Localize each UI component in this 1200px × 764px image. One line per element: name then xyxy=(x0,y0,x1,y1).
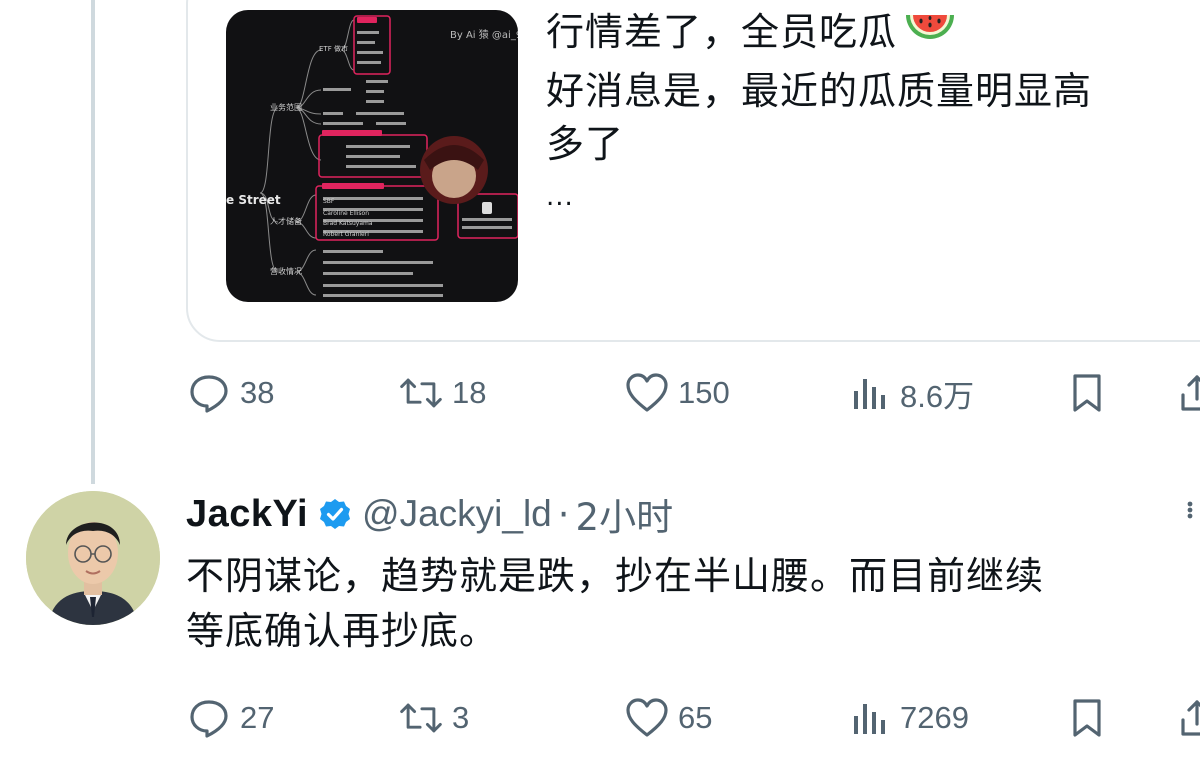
more-options-icon[interactable] xyxy=(1180,500,1200,520)
mindmap-branch-business: 业务范围 xyxy=(270,103,302,112)
mindmap-node: Caroline Ellison xyxy=(323,210,369,217)
reply-post-line: 不阴谋论，趋势就是跌，抄在半山腰。而目前继续 xyxy=(186,554,1045,598)
like-count: 150 xyxy=(678,375,730,410)
bookmark-icon xyxy=(1064,370,1110,416)
post-timestamp[interactable]: 2小时 xyxy=(576,487,674,541)
like-count: 65 xyxy=(678,700,713,735)
repost-icon xyxy=(398,370,444,416)
mindmap-watermark: By Ai 猿 @ai_968 xyxy=(450,30,518,41)
mindmap-image[interactable]: By Ai 猿 @ai_968 e Street 业务范围 人才储备 营收情况 … xyxy=(226,10,518,302)
repost-count: 3 xyxy=(452,700,470,735)
mindmap-root-label: e Street xyxy=(226,193,281,207)
post-action-bar: 38 18 150 8.6万 xyxy=(186,363,1200,423)
like-button[interactable]: 65 xyxy=(624,688,712,748)
view-count: 7269 xyxy=(900,700,969,735)
mindmap-node: ETF 做市 xyxy=(319,45,348,53)
share-icon xyxy=(1174,370,1200,416)
repost-button[interactable]: 3 xyxy=(398,688,469,748)
quoted-post-line: 好消息是，最近的瓜质量明显高 xyxy=(546,69,1093,113)
reply-button[interactable]: 27 xyxy=(186,688,274,748)
reply-post-line: 等底确认再抄底。 xyxy=(186,609,499,653)
avatar[interactable] xyxy=(26,491,160,625)
quoted-post-line: 行情差了，全员吃瓜 xyxy=(546,10,898,54)
author-handle[interactable]: @Jackyi_ld xyxy=(362,493,552,535)
bookmark-button[interactable] xyxy=(1064,688,1110,748)
quoted-post-line: 多了 xyxy=(546,122,625,166)
avatar-photo xyxy=(26,491,160,625)
share-button[interactable] xyxy=(1174,363,1200,423)
author-display-name[interactable]: JackYi xyxy=(186,493,308,536)
bookmark-button[interactable] xyxy=(1064,363,1110,423)
bar-chart-icon xyxy=(846,695,892,741)
mindmap-branch-revenue: 营收情况 xyxy=(270,267,302,276)
mindmap-node: SBF xyxy=(323,198,335,205)
mindmap-graphic xyxy=(259,15,518,297)
mindmap-node: Robert Granieri xyxy=(323,231,369,238)
bookmark-icon xyxy=(1064,695,1110,741)
heart-icon xyxy=(624,695,670,741)
share-button[interactable] xyxy=(1174,688,1200,748)
views-button[interactable]: 8.6万 xyxy=(846,363,974,423)
mindmap-branch-talent: 人才储备 xyxy=(270,217,302,226)
header-separator: · xyxy=(557,492,570,536)
heart-icon xyxy=(624,370,670,416)
reply-action-bar: 27 3 65 7269 xyxy=(186,688,1200,748)
share-icon xyxy=(1174,695,1200,741)
watermelon-icon xyxy=(903,11,957,65)
repost-button[interactable]: 18 xyxy=(398,363,486,423)
repost-icon xyxy=(398,695,444,741)
mindmap-node: Brad Katsuyama xyxy=(323,220,373,227)
verified-badge-icon[interactable] xyxy=(318,497,352,531)
quoted-post-text: 行情差了，全员吃瓜 好消息是，最近的瓜质量明显高 多了 ... xyxy=(546,6,1200,217)
reply-post-header: JackYi @Jackyi_ld · 2小时 xyxy=(186,487,673,541)
reply-button[interactable]: 38 xyxy=(186,363,274,423)
view-count: 8.6万 xyxy=(900,378,975,414)
quoted-post-ellipsis: ... xyxy=(546,182,574,212)
views-button[interactable]: 7269 xyxy=(846,688,969,748)
like-button[interactable]: 150 xyxy=(624,363,730,423)
bar-chart-icon xyxy=(846,370,892,416)
reply-count: 27 xyxy=(240,700,275,735)
thread-line xyxy=(91,0,95,484)
reply-post-text: 不阴谋论，趋势就是跌，抄在半山腰。而目前继续 等底确认再抄底。 xyxy=(186,549,1200,659)
reply-icon xyxy=(186,695,232,741)
repost-count: 18 xyxy=(452,375,487,410)
reply-icon xyxy=(186,370,232,416)
reply-count: 38 xyxy=(240,375,275,410)
